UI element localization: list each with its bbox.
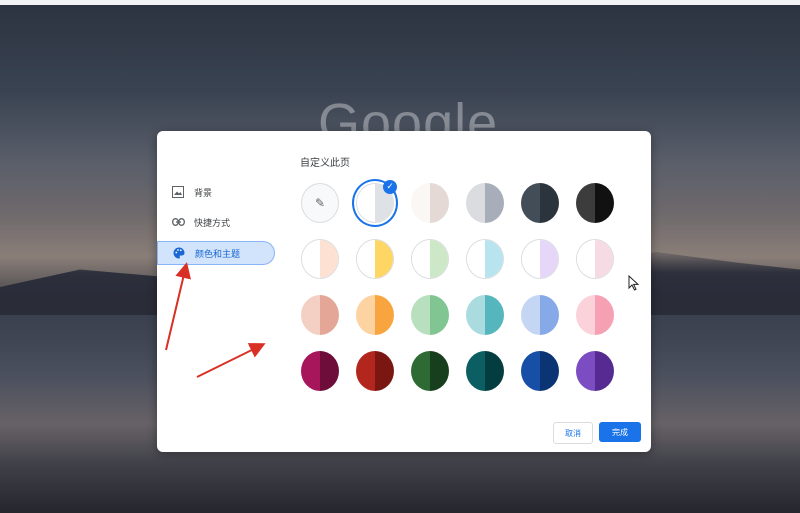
mouse-cursor-icon [628,275,640,291]
annotation-arrow-up [165,262,192,351]
annotation-arrows [165,262,266,378]
annotation-arrow-right [196,343,266,378]
